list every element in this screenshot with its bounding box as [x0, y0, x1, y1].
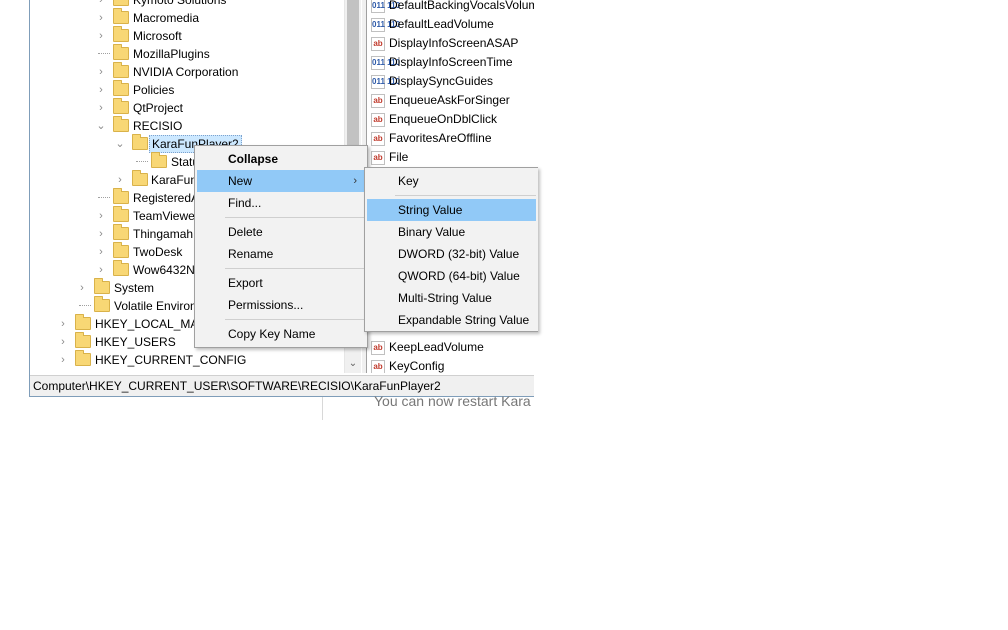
folder-icon [151, 152, 167, 168]
binary-value-icon: 011 110 [371, 17, 400, 32]
value-row[interactable]: ab KeyConfig [371, 357, 444, 373]
scroll-down-icon[interactable]: ⌄ [345, 355, 361, 372]
value-row[interactable]: 011 110DisplaySyncGuides [371, 72, 493, 91]
tree-item[interactable]: › HKEY_CURRENT_CONFIG [30, 350, 344, 369]
string-value-icon: ab [371, 340, 385, 355]
chevron-right-icon[interactable]: › [96, 243, 106, 261]
chevron-right-icon[interactable]: › [58, 333, 68, 351]
string-value-icon: ab [371, 112, 385, 127]
submenu-item-expandable-string-value[interactable]: Expandable String Value [367, 309, 536, 331]
tree-item[interactable]: › Kymoto Solutions [30, 0, 344, 9]
binary-value-icon: 011 110 [371, 74, 400, 89]
folder-icon [113, 260, 129, 276]
folder-icon [113, 80, 129, 96]
submenu-item-dword-value[interactable]: DWORD (32-bit) Value [367, 243, 536, 265]
string-value-icon: ab [371, 131, 385, 146]
menu-item-delete[interactable]: Delete [197, 221, 365, 243]
new-submenu: Key String Value Binary Value DWORD (32-… [364, 167, 538, 332]
binary-value-icon: 011 110 [371, 0, 400, 13]
folder-icon [113, 206, 129, 222]
chevron-right-icon[interactable]: › [77, 279, 87, 297]
menu-separator [225, 268, 365, 269]
folder-icon [75, 350, 91, 366]
value-row[interactable]: ab FavoritesAreOffline [371, 129, 492, 148]
menu-item-copy-key-name[interactable]: Copy Key Name [197, 323, 365, 345]
chevron-right-icon[interactable]: › [96, 0, 106, 9]
background-text: You can now restart Kara [374, 393, 531, 409]
folder-icon [113, 188, 129, 204]
folder-open-icon [113, 116, 129, 132]
submenu-item-multi-string-value[interactable]: Multi-String Value [367, 287, 536, 309]
folder-open-icon [132, 134, 148, 150]
value-row[interactable]: ab File [371, 148, 408, 167]
submenu-item-string-value[interactable]: String Value [367, 199, 536, 221]
value-row[interactable]: ab EnqueueAskForSinger [371, 91, 510, 110]
menu-item-label: New [228, 174, 253, 188]
binary-value-icon: 011 110 [371, 55, 400, 70]
folder-icon [113, 62, 129, 78]
chevron-right-icon[interactable]: › [96, 27, 106, 45]
tree-item-recisio[interactable]: ⌄ RECISIO [30, 116, 344, 135]
string-value-icon: ab [371, 359, 385, 373]
scrollbar-thumb[interactable] [347, 0, 359, 150]
menu-item-rename[interactable]: Rename [197, 243, 365, 265]
chevron-right-icon: › [353, 175, 357, 187]
string-value-icon: ab [371, 150, 385, 165]
value-row[interactable]: 011 110DefaultBackingVocalsVolum [371, 0, 534, 15]
tree-item[interactable]: MozillaPlugins [30, 44, 344, 63]
chevron-right-icon[interactable]: › [96, 99, 106, 117]
folder-icon [113, 242, 129, 258]
menu-separator [225, 217, 365, 218]
chevron-right-icon[interactable]: › [96, 9, 106, 27]
tree-item[interactable]: › Microsoft [30, 26, 344, 45]
menu-separator [225, 319, 365, 320]
menu-item-permissions[interactable]: Permissions... [197, 294, 365, 316]
chevron-right-icon[interactable]: › [96, 81, 106, 99]
folder-icon [75, 314, 91, 330]
tree-item[interactable]: › NVIDIA Corporation [30, 62, 344, 81]
folder-icon [113, 0, 129, 6]
tree-item[interactable]: › Policies [30, 80, 344, 99]
folder-icon [132, 170, 148, 186]
tree-item[interactable]: › QtProject [30, 98, 344, 117]
chevron-down-icon[interactable]: ⌄ [115, 135, 125, 153]
string-value-icon: ab [371, 36, 385, 51]
chevron-right-icon[interactable]: › [58, 315, 68, 333]
menu-item-new[interactable]: New › [197, 170, 365, 192]
menu-item-collapse[interactable]: Collapse [197, 148, 365, 170]
chevron-right-icon[interactable]: › [96, 63, 106, 81]
folder-icon [113, 224, 129, 240]
folder-icon [94, 296, 110, 312]
context-menu: Collapse New › Find... Delete Rename Exp… [194, 145, 368, 348]
folder-icon [113, 8, 129, 24]
tree-item[interactable]: › Macromedia [30, 8, 344, 27]
value-row[interactable]: 011 110DefaultLeadVolume [371, 15, 494, 34]
background-divider [322, 397, 323, 420]
folder-icon [94, 278, 110, 294]
chevron-right-icon[interactable]: › [58, 351, 68, 369]
value-row[interactable]: ab KeepLeadVolume [371, 338, 484, 357]
chevron-right-icon[interactable]: › [96, 207, 106, 225]
value-row[interactable]: ab DisplayInfoScreenASAP [371, 34, 518, 53]
menu-item-find[interactable]: Find... [197, 192, 365, 214]
value-row[interactable]: 011 110DisplayInfoScreenTime [371, 53, 513, 72]
menu-item-export[interactable]: Export [197, 272, 365, 294]
value-row[interactable]: ab EnqueueOnDblClick [371, 110, 497, 129]
chevron-right-icon[interactable]: › [115, 171, 125, 189]
chevron-down-icon[interactable]: ⌄ [96, 117, 106, 135]
folder-icon [113, 98, 129, 114]
submenu-item-qword-value[interactable]: QWORD (64-bit) Value [367, 265, 536, 287]
menu-separator [395, 195, 536, 196]
folder-icon [113, 26, 129, 42]
chevron-right-icon[interactable]: › [96, 261, 106, 279]
chevron-right-icon[interactable]: › [96, 225, 106, 243]
folder-icon [113, 44, 129, 60]
submenu-item-binary-value[interactable]: Binary Value [367, 221, 536, 243]
submenu-item-key[interactable]: Key [367, 170, 536, 192]
folder-icon [75, 332, 91, 348]
string-value-icon: ab [371, 93, 385, 108]
